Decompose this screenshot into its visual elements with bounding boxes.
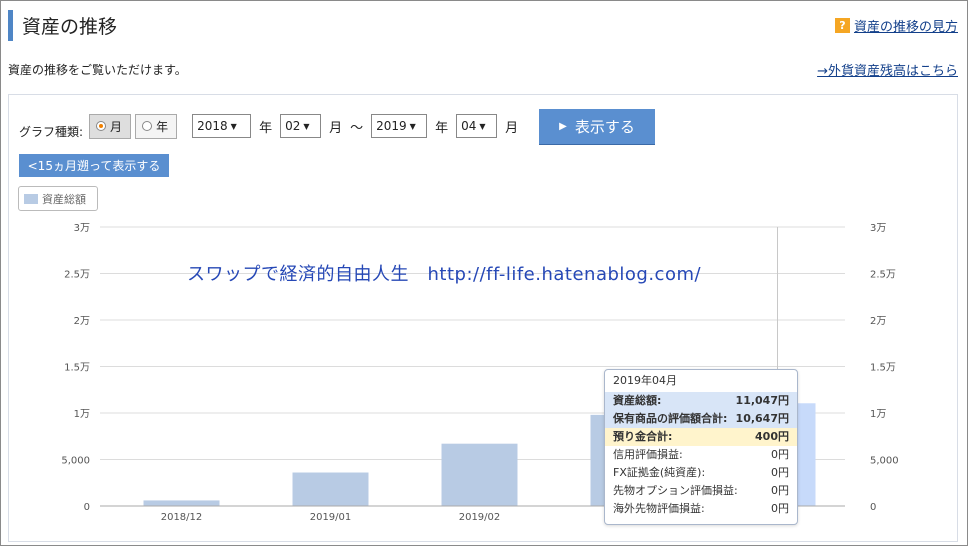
to-year-unit: 年 bbox=[435, 120, 449, 136]
bar bbox=[143, 500, 220, 506]
from-year-unit: 年 bbox=[259, 120, 273, 136]
from-month-unit: 月 bbox=[329, 120, 343, 136]
x-tick-label: 2019/01 bbox=[310, 512, 352, 523]
help-link[interactable]: ? 資産の推移の見方 bbox=[834, 16, 958, 35]
tooltip-row-label: 保有商品の評価額合計: bbox=[613, 412, 728, 425]
y-tick-label-left: 5,000 bbox=[61, 456, 90, 467]
page-description: 資産の推移をご覧いただけます。 bbox=[8, 63, 187, 77]
y-tick-label-left: 2.5万 bbox=[64, 270, 90, 281]
y-tick-label-left: 3万 bbox=[74, 223, 90, 234]
to-month-unit: 月 bbox=[505, 120, 519, 136]
y-tick-label-left: 0 bbox=[84, 502, 90, 513]
tooltip-row-label: 先物オプション評価損益: bbox=[613, 484, 738, 497]
chart-tooltip: 2019年04月 資産総額: 11,047円 保有商品の評価額合計: 10,647円預… bbox=[604, 369, 798, 525]
show-button-label: 表示する bbox=[574, 118, 635, 136]
tooltip-row-label: 海外先物評価損益: bbox=[613, 502, 705, 515]
from-year-select[interactable]: 2018 ▼ bbox=[192, 114, 252, 138]
help-link-label[interactable]: 資産の推移の見方 bbox=[854, 16, 958, 35]
back-15-months-button[interactable]: <15ヵ月遡って表示する bbox=[19, 154, 169, 177]
year-radio[interactable]: 年 bbox=[135, 113, 178, 139]
y-tick-label-left: 1.5万 bbox=[64, 363, 90, 374]
tooltip-row-value: 0円 bbox=[771, 448, 789, 461]
graph-controls: グラフ種類: 月 年 2018 ▼ 年 02 ▼ 月 〜 2019 ▼ 年 04 ▼ 月 bbox=[19, 109, 526, 143]
tooltip-row-value: 0円 bbox=[771, 484, 789, 497]
y-tick-label-right: 0 bbox=[870, 502, 876, 513]
x-tick-label: 2019/02 bbox=[459, 512, 501, 523]
fx-balance-link[interactable]: →外貨資産残高はこちら bbox=[817, 60, 958, 79]
bar bbox=[441, 443, 518, 506]
title-accent-bar bbox=[8, 10, 13, 41]
tooltip-row: 先物オプション評価損益: 0円 bbox=[605, 482, 797, 500]
legend-swatch bbox=[24, 193, 38, 204]
x-tick-label: 2018/12 bbox=[161, 512, 203, 523]
y-tick-label-right: 1.5万 bbox=[870, 363, 896, 374]
y-tick-label-right: 2.5万 bbox=[870, 270, 896, 281]
show-button[interactable]: ▶ 表示する bbox=[539, 109, 655, 144]
tooltip-row: 資産総額: 11,047円 bbox=[605, 392, 797, 410]
question-icon: ? bbox=[834, 18, 850, 33]
year-radio-label: 年 bbox=[156, 119, 169, 134]
month-radio[interactable]: 月 bbox=[89, 113, 132, 139]
from-month-select[interactable]: 02 ▼ bbox=[280, 114, 322, 138]
bar bbox=[292, 472, 369, 506]
tooltip-row-value: 10,647円 bbox=[735, 412, 789, 425]
y-tick-label-left: 2万 bbox=[74, 316, 90, 327]
y-tick-label-right: 5,000 bbox=[870, 456, 899, 467]
tooltip-row: FX証拠金(純資産): 0円 bbox=[605, 464, 797, 482]
range-separator: 〜 bbox=[350, 120, 364, 136]
tooltip-row: 海外先物評価損益: 0円 bbox=[605, 500, 797, 518]
chart-legend[interactable]: 資産総額 bbox=[18, 186, 98, 211]
tooltip-row-value: 0円 bbox=[771, 466, 789, 479]
dropdown-arrow-icon: ▼ bbox=[230, 121, 237, 131]
tooltip-row-label: 信用評価損益: bbox=[613, 448, 683, 461]
y-tick-label-right: 1万 bbox=[870, 409, 886, 420]
y-tick-label-right: 3万 bbox=[870, 223, 886, 234]
tooltip-row-label: FX証拠金(純資産): bbox=[613, 466, 706, 479]
tooltip-row-value: 0円 bbox=[771, 502, 789, 515]
tooltip-title: 2019年04月 bbox=[613, 374, 677, 387]
to-year-select[interactable]: 2019 ▼ bbox=[371, 114, 428, 138]
y-tick-label-right: 2万 bbox=[870, 316, 886, 327]
graph-type-label: グラフ種類: bbox=[19, 124, 84, 139]
page-title: 資産の推移 bbox=[22, 16, 118, 38]
tooltip-row-label: 預り金合計: bbox=[613, 430, 673, 443]
tooltip-row-value: 400円 bbox=[755, 430, 789, 443]
radio-unselected-icon bbox=[142, 121, 153, 131]
tooltip-row: 保有商品の評価額合計: 10,647円 bbox=[605, 410, 797, 428]
legend-label: 資産総額 bbox=[42, 192, 86, 206]
y-tick-label-left: 1万 bbox=[74, 409, 90, 420]
tooltip-row-label: 資産総額: bbox=[613, 394, 662, 407]
dropdown-arrow-icon: ▼ bbox=[303, 121, 310, 131]
radio-selected-icon bbox=[96, 121, 107, 131]
tooltip-row: 信用評価損益: 0円 bbox=[605, 446, 797, 464]
play-icon: ▶ bbox=[559, 121, 567, 132]
dropdown-arrow-icon: ▼ bbox=[409, 121, 416, 131]
tooltip-row-value: 11,047円 bbox=[735, 394, 789, 407]
dropdown-arrow-icon: ▼ bbox=[479, 121, 486, 131]
to-month-select[interactable]: 04 ▼ bbox=[456, 114, 498, 138]
tooltip-row: 預り金合計: 400円 bbox=[605, 428, 797, 446]
watermark-text: スワップで経済的自由人生 http://ff-life.hatenablog.c… bbox=[187, 264, 702, 285]
month-radio-label: 月 bbox=[110, 119, 123, 134]
